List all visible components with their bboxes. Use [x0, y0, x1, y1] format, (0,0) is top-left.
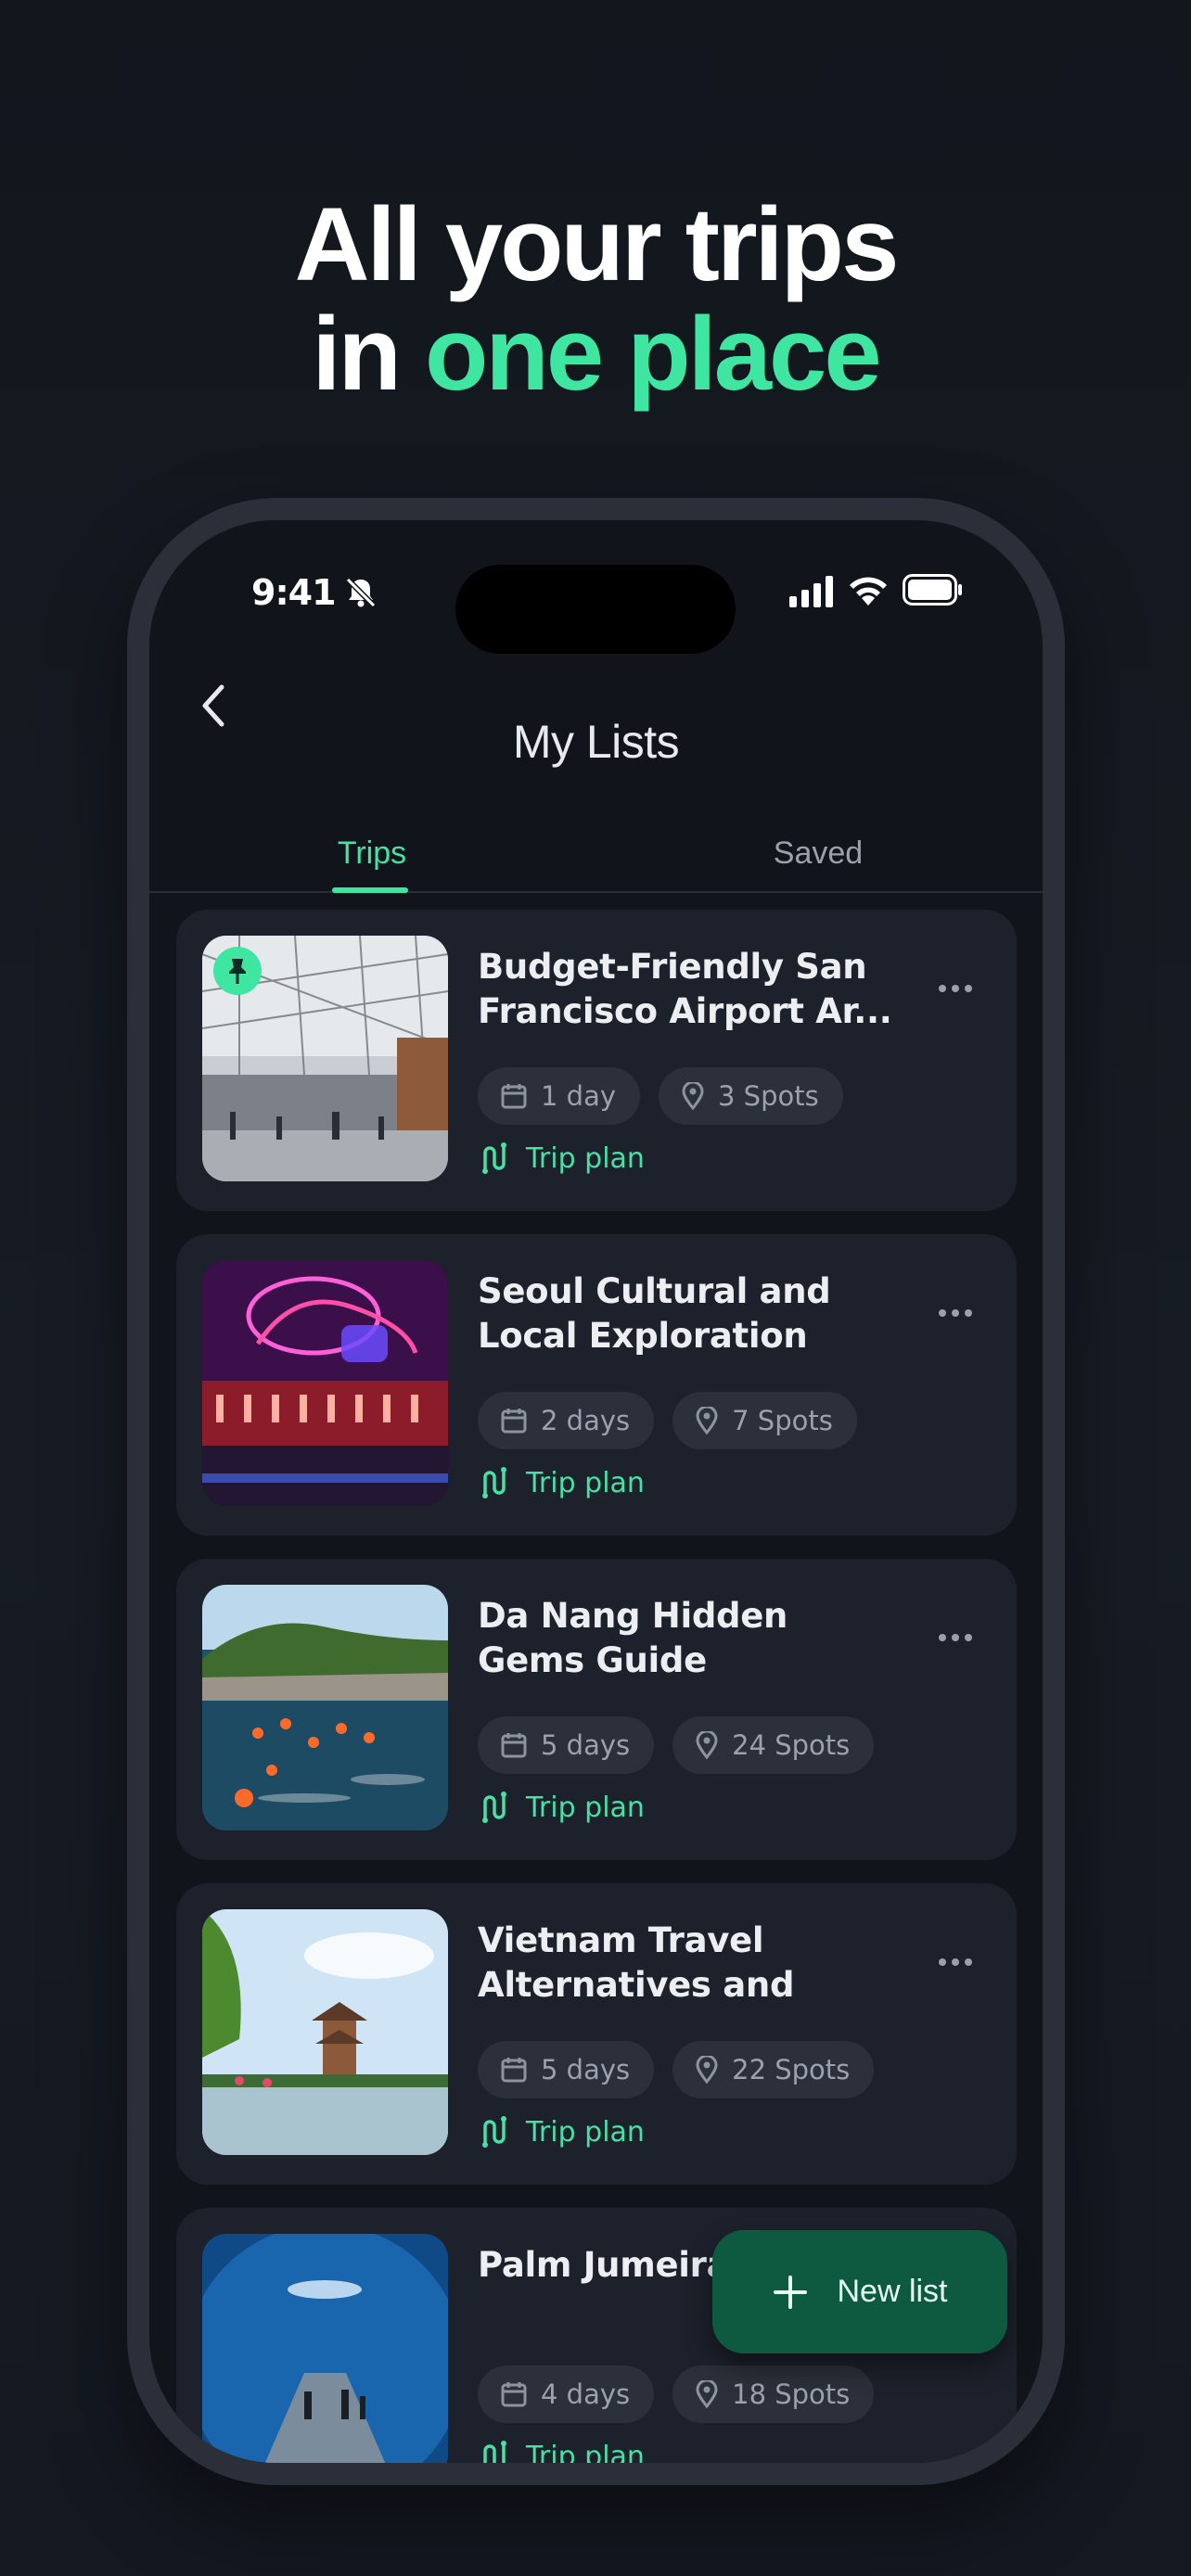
trip-title: Da Nang Hidden Gems Guide	[478, 1596, 788, 1680]
spots-chip: 7 Spots	[672, 1392, 857, 1449]
route-icon	[482, 1792, 506, 1823]
trip-type: Trip plan	[478, 1466, 645, 1499]
location-pin-icon	[696, 1731, 718, 1759]
trip-thumbnail	[202, 1909, 448, 2155]
cellular-signal-icon	[789, 576, 833, 607]
headline-line-1: All your trips	[294, 186, 900, 302]
calendar-icon	[501, 2058, 527, 2083]
more-options-icon[interactable]	[937, 1307, 974, 1320]
spots-label: 3 Spots	[718, 1080, 819, 1112]
duration-chip: 5 days	[478, 1716, 655, 1774]
headline-accent: one place	[425, 296, 882, 412]
dynamic-island	[455, 565, 736, 654]
duration-label: 5 days	[541, 1729, 631, 1761]
trip-type: Trip plan	[478, 1141, 645, 1175]
battery-icon	[903, 574, 962, 606]
trip-type-label: Trip plan	[526, 1791, 645, 1824]
route-icon	[482, 1142, 506, 1174]
trip-title: Seoul Cultural and Local Exploration	[478, 1271, 831, 1356]
spots-chip: 3 Spots	[659, 1067, 843, 1125]
calendar-icon	[501, 1733, 527, 1758]
trip-type: Trip plan	[478, 1791, 645, 1824]
more-options-icon[interactable]	[937, 1631, 974, 1644]
route-icon	[483, 2441, 506, 2463]
trip-thumbnail	[202, 1260, 448, 1506]
calendar-icon	[501, 1409, 527, 1434]
trip-type: Trip plan	[478, 2440, 645, 2463]
trip-meta: 1 day 3 Spots	[478, 1067, 843, 1125]
trip-meta: 4 days 18 Spots	[478, 2366, 875, 2423]
duration-chip: 4 days	[478, 2366, 655, 2423]
bell-muted-icon	[345, 577, 377, 608]
tab-bar: Trips Saved	[149, 798, 1043, 893]
spots-label: 7 Spots	[732, 1405, 833, 1436]
trip-card[interactable]: Da Nang Hidden Gems Guide 5 days 24 Spot…	[176, 1559, 1017, 1860]
spots-chip: 18 Spots	[672, 2366, 875, 2423]
neon-bar-photo	[202, 1260, 448, 1506]
duration-chip: 1 day	[478, 1067, 641, 1125]
headline-line-2-prefix: in	[312, 296, 425, 412]
spots-label: 22 Spots	[732, 2054, 851, 2085]
route-icon	[482, 1467, 506, 1498]
trip-meta: 2 days 7 Spots	[478, 1392, 857, 1449]
spots-chip: 24 Spots	[672, 1716, 875, 1774]
spots-chip: 22 Spots	[672, 2041, 875, 2098]
calendar-icon	[501, 2382, 527, 2407]
tab-saved[interactable]: Saved	[596, 835, 1041, 872]
more-options-icon[interactable]	[937, 982, 974, 995]
trip-thumbnail	[202, 2234, 448, 2463]
trip-meta: 5 days 24 Spots	[478, 1716, 875, 1774]
new-list-label: New list	[837, 2274, 948, 2309]
status-time: 9:41	[251, 572, 337, 613]
duration-chip: 5 days	[478, 2041, 655, 2098]
phone-screen: 9:41 My Lists Trips Saved Budget-Friendl…	[149, 520, 1043, 2463]
trip-thumbnail	[202, 1585, 448, 1830]
route-icon	[482, 2116, 506, 2148]
trip-card[interactable]: Vietnam Travel Alternatives and Hig... 5…	[176, 1883, 1017, 2185]
pin-icon	[229, 959, 246, 984]
spots-label: 24 Spots	[732, 1729, 851, 1761]
duration-label: 2 days	[541, 1405, 631, 1436]
wifi-icon	[850, 577, 887, 606]
location-pin-icon	[696, 2056, 718, 2084]
island-swimmers-photo	[202, 1585, 448, 1830]
trip-type: Trip plan	[478, 2115, 645, 2149]
trip-title: Vietnam Travel Alternatives and Hig...	[478, 1920, 795, 2005]
page-title: My Lists	[512, 716, 680, 768]
active-tab-indicator	[332, 887, 408, 893]
duration-label: 4 days	[541, 2378, 631, 2410]
location-pin-icon	[696, 2380, 718, 2408]
headline-line-2: in one place	[0, 300, 1191, 409]
new-list-button[interactable]: New list	[712, 2230, 1007, 2353]
duration-label: 1 day	[541, 1080, 617, 1112]
pagoda-lake-photo	[202, 1909, 448, 2155]
pinned-badge	[213, 947, 262, 995]
trip-card[interactable]: Budget-Friendly San Francisco Airport Ar…	[176, 910, 1017, 1211]
trip-type-label: Trip plan	[526, 1141, 645, 1175]
trip-title: Budget-Friendly San Francisco Airport Ar…	[478, 947, 892, 1031]
spots-label: 18 Spots	[732, 2378, 851, 2410]
plus-icon	[774, 2275, 808, 2309]
aquarium-tunnel-photo	[202, 2234, 448, 2463]
trip-card[interactable]: Seoul Cultural and Local Exploration 2 d…	[176, 1234, 1017, 1536]
more-options-icon[interactable]	[937, 1956, 974, 1969]
tab-trips[interactable]: Trips	[149, 835, 595, 872]
location-pin-icon	[696, 1407, 718, 1435]
trip-thumbnail	[202, 936, 448, 1181]
duration-label: 5 days	[541, 2054, 631, 2085]
location-pin-icon	[682, 1082, 704, 1110]
calendar-icon	[501, 1084, 527, 1109]
phone-frame: 9:41 My Lists Trips Saved Budget-Friendl…	[127, 498, 1065, 2485]
trip-type-label: Trip plan	[526, 2440, 645, 2464]
trip-type-label: Trip plan	[526, 2115, 645, 2149]
duration-chip: 2 days	[478, 1392, 655, 1449]
hero-headline: All your trips in one place	[0, 190, 1191, 409]
trip-meta: 5 days 22 Spots	[478, 2041, 875, 2098]
trip-type-label: Trip plan	[526, 1466, 645, 1499]
status-bar: 9:41	[149, 520, 1043, 654]
